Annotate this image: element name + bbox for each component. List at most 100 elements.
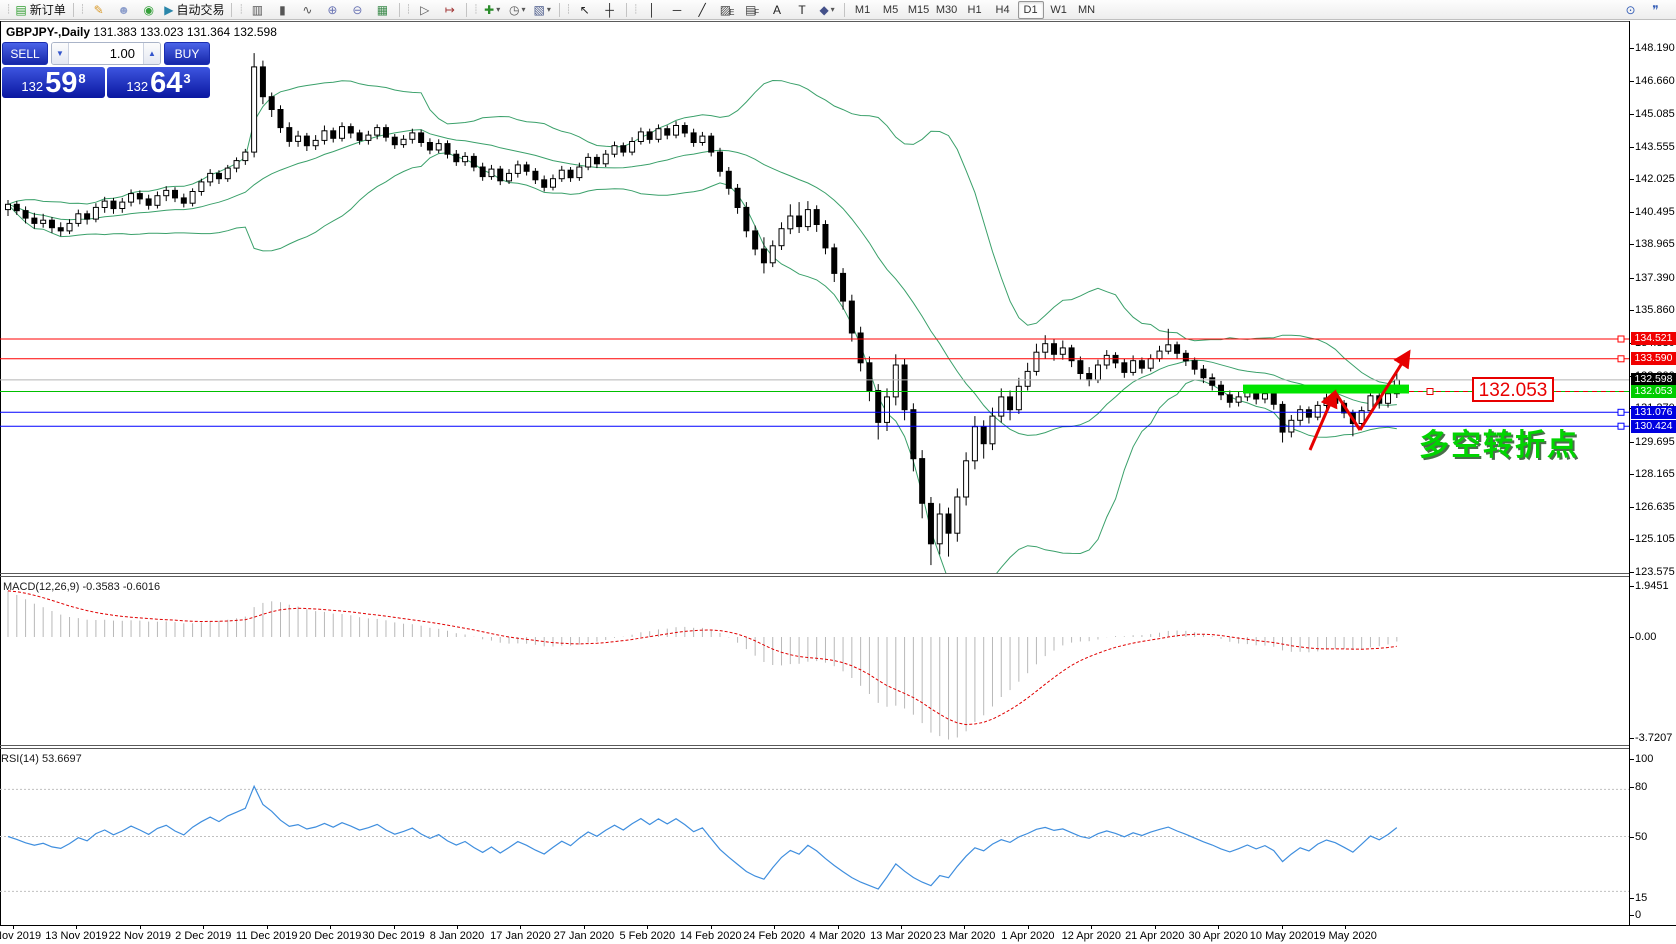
candle-body [163, 189, 170, 197]
macd-divider-top[interactable] [0, 573, 1676, 574]
line-chart-button[interactable]: ∿ [295, 0, 320, 20]
horizontal-line-button[interactable]: ─ [665, 0, 690, 20]
auto-scroll-button[interactable]: ▷ [412, 0, 437, 20]
timeframe-m30-button[interactable]: M30 [934, 1, 960, 19]
hline-handle[interactable] [1617, 422, 1625, 430]
macd-indicator-pane[interactable] [0, 577, 1629, 745]
date-tick-label: 17 Jan 2020 [490, 930, 551, 942]
text-button[interactable]: A [765, 0, 790, 20]
callout-anchor [1426, 388, 1434, 395]
timeframe-w1-button[interactable]: W1 [1046, 1, 1072, 19]
volume-stepper: ▼ 1.00 ▲ [51, 42, 161, 65]
highlighter-button[interactable]: ✎ [86, 0, 111, 20]
bar-chart-button[interactable]: ▥ [245, 0, 270, 20]
chart-shift-icon: ↦ [444, 2, 455, 17]
zoom-out-button[interactable]: ⊖ [345, 0, 370, 20]
candle-body [769, 245, 776, 264]
rsi-divider-top[interactable] [0, 745, 1676, 746]
axis-tick [1630, 586, 1634, 587]
chart-shift-button[interactable]: ↦ [437, 0, 462, 20]
add-indicator-button[interactable]: ✚ ▾ [480, 0, 505, 20]
periods-icon: ◷ [508, 2, 520, 17]
hline-handle[interactable] [1617, 408, 1625, 416]
candle-body [813, 209, 820, 226]
fibonacci-button[interactable]: ▤ F [740, 0, 765, 20]
price-tick-label: 137.390 [1635, 271, 1675, 284]
buy-price-display[interactable]: 132 64 3 [107, 67, 210, 98]
sell-price-display[interactable]: 132 59 8 [2, 67, 105, 98]
date-tick [266, 926, 268, 929]
buy-button[interactable]: BUY [164, 42, 210, 65]
date-tick-label: 4 Nov 2019 [0, 930, 42, 942]
trendline-button[interactable]: ╱ [690, 0, 715, 20]
main-chart-pane[interactable] [0, 21, 1629, 573]
main-toolbar: ┊ ▤ 新订单 ┊ ✎ ☻ ◉ ▶ 自动交易 ┊ ▥ ▮ ∿ ⊕ ⊖ ▦ ┊ ▷ ↦ ┊ ✚ ▾ ◷ ▾ ▧ ▾ ┊ ↖ ┼ ┊ │ ─ ╱ ▨ E… [0, 0, 1676, 20]
price-tick-label: 123.575 [1635, 566, 1675, 578]
rsi-indicator-pane[interactable] [0, 749, 1629, 925]
volume-increase-button[interactable]: ▲ [143, 43, 160, 64]
sell-button[interactable]: SELL [2, 42, 48, 65]
zoom-in-button[interactable]: ⊕ [320, 0, 345, 20]
candle-body [998, 396, 1005, 417]
date-tick [76, 926, 78, 929]
date-tick-label: 1 Apr 2020 [1001, 930, 1055, 942]
candle-body [242, 151, 249, 162]
search-button[interactable]: ⊙ [1618, 0, 1643, 20]
candle-body [655, 128, 662, 140]
tile-windows-button[interactable]: ▦ [370, 0, 395, 20]
text-label-button[interactable]: T [790, 0, 815, 20]
date-tick [774, 926, 776, 929]
axis-tick [1630, 441, 1634, 443]
timeframe-m1-button[interactable]: M1 [850, 1, 876, 19]
signal-button[interactable]: ◉ [136, 0, 161, 20]
buy-price-prefix: 132 [126, 79, 149, 94]
candle-body [664, 128, 671, 136]
candlestick-chart-button[interactable]: ▮ [270, 0, 295, 20]
date-tick [1027, 926, 1029, 929]
timeframe-d1-button[interactable]: D1 [1017, 0, 1044, 19]
sell-price-sup: 8 [78, 71, 86, 86]
candle-body [831, 247, 838, 274]
hline-handle[interactable] [1617, 335, 1625, 343]
templates-button[interactable]: ▧ ▾ [530, 0, 555, 20]
rsi-axis-label: 80 [1635, 781, 1648, 793]
candle-body [391, 136, 398, 146]
axis-tick [1630, 146, 1634, 148]
axis-tick [1630, 48, 1634, 49]
axis-tick [1630, 211, 1634, 213]
toolbar-right-icons: ⊙ ❞ [1618, 0, 1668, 20]
date-tick [1154, 926, 1156, 929]
axis-tick [1630, 244, 1634, 246]
shapes-button[interactable]: ◆ ▾ [815, 0, 840, 20]
timeframe-h4-button[interactable]: H4 [990, 1, 1016, 19]
candle-body [875, 390, 882, 423]
trend-arrow-up [1308, 389, 1338, 451]
new-order-icon: ▤ [15, 2, 27, 17]
periods-button[interactable]: ◷ ▾ [505, 0, 530, 20]
candle-body [312, 139, 319, 147]
crosshair-button[interactable]: ┼ [597, 0, 622, 20]
new-order-button[interactable]: ▤ 新订单 [12, 0, 68, 20]
timeframe-mn-button[interactable]: MN [1074, 1, 1100, 19]
price-tick-label: 145.085 [1635, 108, 1675, 121]
axis-tick [1630, 898, 1634, 899]
bollinger-band [7, 152, 1397, 573]
chat-button[interactable]: ❞ [1643, 0, 1668, 20]
vertical-line-button[interactable]: │ [640, 0, 665, 20]
timeframe-h1-button[interactable]: H1 [962, 1, 988, 19]
candle-body [128, 193, 135, 203]
candle-body [980, 426, 987, 445]
candle-body [549, 178, 556, 188]
volume-decrease-button[interactable]: ▼ [52, 43, 69, 64]
timeframe-m15-button[interactable]: M15 [906, 1, 932, 19]
cursor-button[interactable]: ↖ [572, 0, 597, 20]
autotrading-button[interactable]: ▶ 自动交易 [161, 0, 227, 20]
profile-button[interactable]: ☻ [111, 0, 136, 20]
hline-handle[interactable] [1617, 355, 1625, 363]
candle-body [1042, 343, 1049, 353]
date-tick-label: 30 Apr 2020 [1188, 930, 1248, 942]
date-tick-label: 13 Nov 2019 [45, 930, 108, 942]
volume-input[interactable]: 1.00 [69, 43, 143, 64]
equidistant-channel-button[interactable]: ▨ E [715, 0, 740, 20]
timeframe-m5-button[interactable]: M5 [878, 1, 904, 19]
